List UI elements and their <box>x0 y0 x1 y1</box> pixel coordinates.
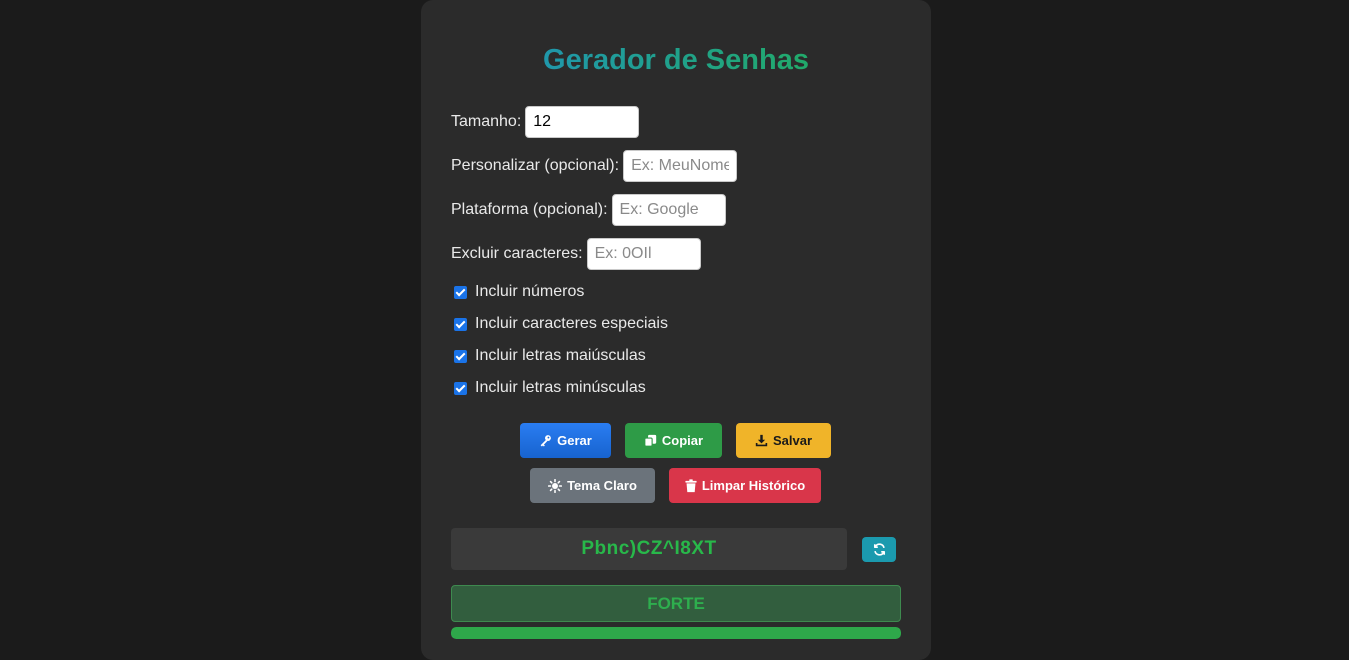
strength-bar <box>451 627 901 639</box>
download-icon <box>755 434 768 447</box>
option-special[interactable]: Incluir caracteres especiais <box>454 314 668 334</box>
length-row: Tamanho: <box>451 106 640 138</box>
numbers-label: Incluir números <box>475 283 585 300</box>
clear-history-button[interactable]: Limpar Histórico <box>669 468 821 503</box>
option-uppercase[interactable]: Incluir letras maiúsculas <box>454 346 646 366</box>
special-checkbox[interactable] <box>454 317 467 331</box>
exclude-row: Excluir caracteres: <box>451 238 701 270</box>
copy-icon <box>644 434 657 447</box>
theme-toggle-button[interactable]: Tema Claro <box>530 468 655 503</box>
page-title: Gerador de Senhas <box>421 44 931 77</box>
strength-bar-fill <box>451 627 901 639</box>
option-numbers[interactable]: Incluir números <box>454 282 584 302</box>
custom-row: Personalizar (opcional): <box>451 150 738 182</box>
refresh-button[interactable] <box>862 537 896 562</box>
platform-label: Plataforma (opcional): <box>451 201 608 218</box>
copy-button[interactable]: Copiar <box>625 423 722 458</box>
numbers-checkbox[interactable] <box>454 285 467 299</box>
length-input[interactable] <box>525 106 640 138</box>
platform-input[interactable] <box>611 194 726 226</box>
clear-history-label: Limpar Histórico <box>701 478 806 493</box>
save-label: Salvar <box>772 433 813 448</box>
exclude-input[interactable] <box>586 238 701 270</box>
strength-indicator: FORTE <box>451 585 901 622</box>
uppercase-checkbox[interactable] <box>454 349 467 363</box>
platform-row: Plataforma (opcional): <box>451 194 726 226</box>
lowercase-label: Incluir letras minúsculas <box>475 379 646 396</box>
generate-button[interactable]: Gerar <box>520 423 611 458</box>
password-output[interactable]: Pbnc)CZ^I8XT <box>451 528 847 570</box>
trash-icon <box>685 478 697 493</box>
generate-label: Gerar <box>557 433 592 448</box>
special-label: Incluir caracteres especiais <box>475 315 668 332</box>
custom-input[interactable] <box>623 150 738 182</box>
copy-label: Copiar <box>661 433 704 448</box>
length-label: Tamanho: <box>451 113 522 130</box>
exclude-label: Excluir caracteres: <box>451 245 583 262</box>
save-button[interactable]: Salvar <box>736 423 831 458</box>
theme-label: Tema Claro <box>567 478 637 493</box>
sun-icon <box>548 478 563 493</box>
lowercase-checkbox[interactable] <box>454 381 467 395</box>
refresh-icon <box>873 543 886 556</box>
key-icon <box>539 434 552 447</box>
generator-card: Gerador de Senhas Tamanho: Personalizar … <box>421 0 931 660</box>
custom-label: Personalizar (opcional): <box>451 157 620 174</box>
uppercase-label: Incluir letras maiúsculas <box>475 347 646 364</box>
option-lowercase[interactable]: Incluir letras minúsculas <box>454 378 646 398</box>
